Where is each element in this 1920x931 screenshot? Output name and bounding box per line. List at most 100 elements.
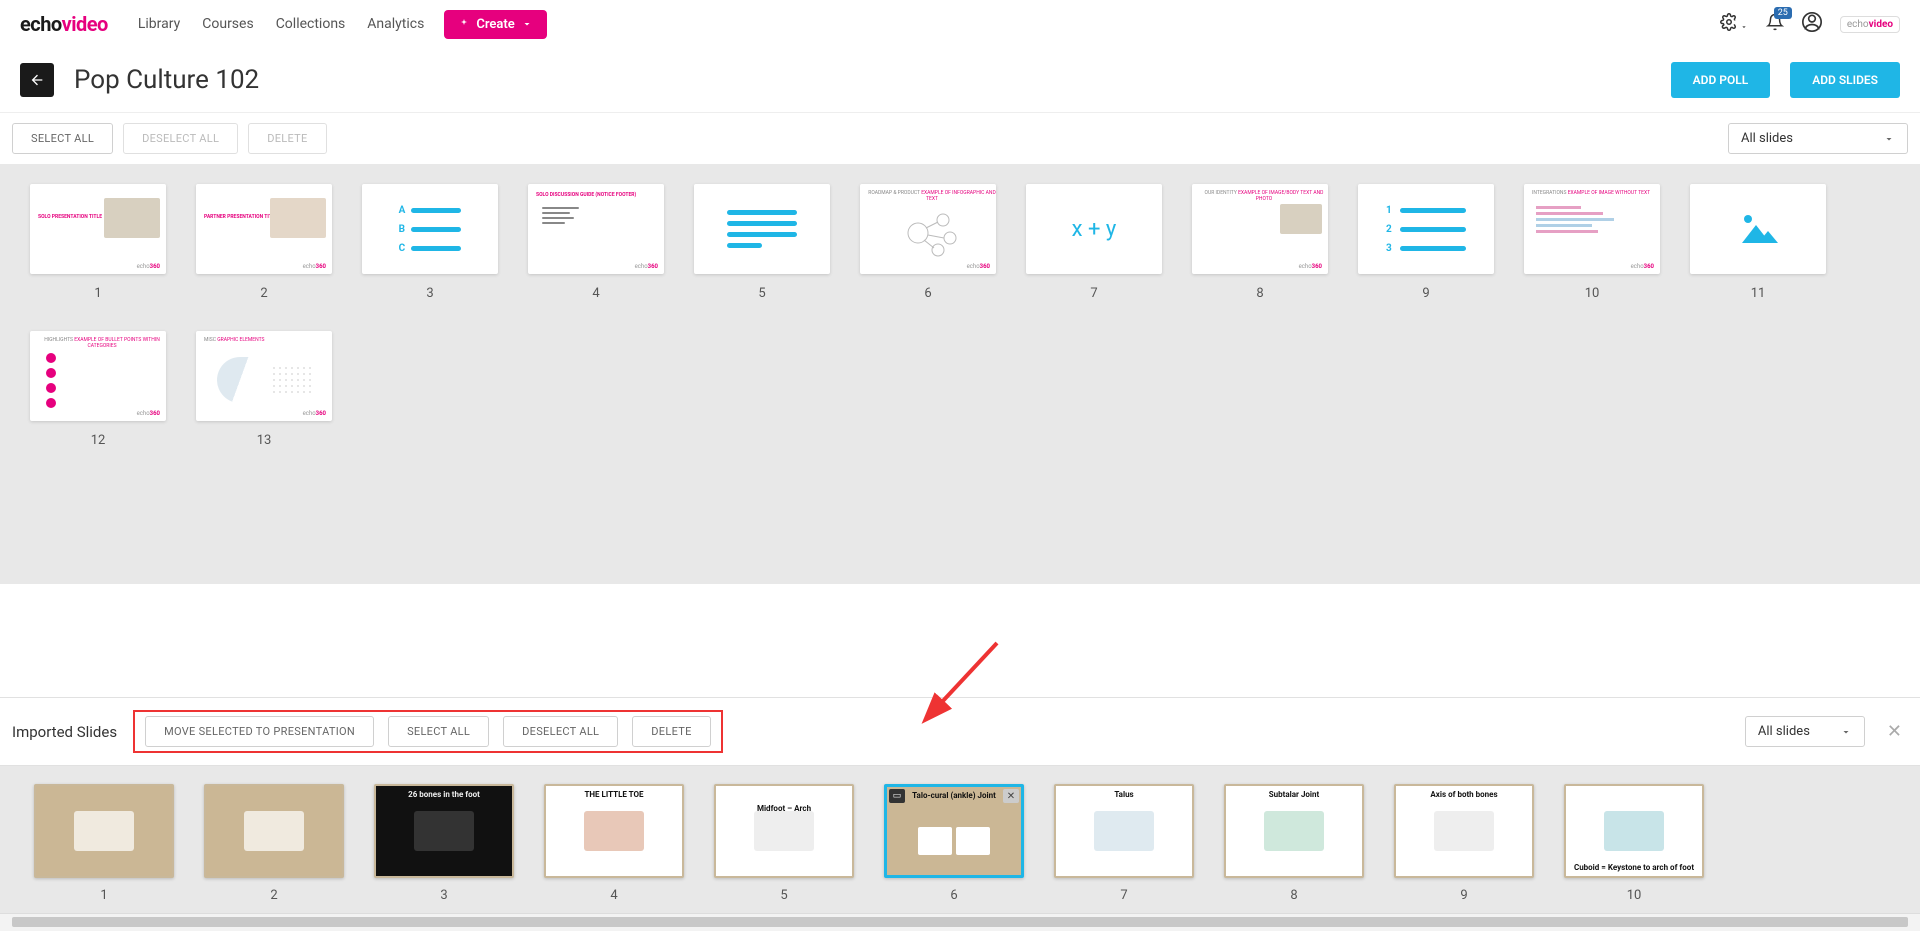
slide-number: 1 [30, 286, 166, 301]
imported-thumb-7[interactable]: Talus [1054, 784, 1194, 878]
nav-courses[interactable]: Courses [202, 16, 253, 32]
slide-cell: 1 2 3 9 [1358, 184, 1494, 301]
slide-cell: PARTNER PRESENTATION TITLE echo360 2 [196, 184, 332, 301]
chevron-down-icon [1840, 726, 1852, 738]
logo[interactable]: echovideo [20, 12, 108, 36]
slide-thumb-4[interactable]: SOLO DISCUSSION GUIDE (NOTICE FOOTER) ec… [528, 184, 664, 274]
imported-number: 3 [374, 888, 514, 903]
imported-number: 2 [204, 888, 344, 903]
present-icon[interactable]: ▭ [889, 789, 905, 803]
notification-badge: 25 [1774, 7, 1792, 19]
slide-thumb-5[interactable] [694, 184, 830, 274]
slide-number: 4 [528, 286, 664, 301]
slide-number: 7 [1026, 286, 1162, 301]
imported-thumb-label: Subtalar Joint [1226, 790, 1362, 799]
slide-thumb-12[interactable]: HIGHLIGHTS EXAMPLE OF BULLET POINTS WITH… [30, 331, 166, 421]
imported-number: 5 [714, 888, 854, 903]
imported-thumb-4[interactable]: THE LITTLE TOE [544, 784, 684, 878]
imported-thumb-label: Cuboid = Keystone to arch of foot [1566, 863, 1702, 872]
imported-filter-select[interactable]: All slides [1745, 716, 1865, 747]
slide-thumb-6[interactable]: ROADMAP & PRODUCT EXAMPLE OF INFOGRAPHIC… [860, 184, 996, 274]
chevron-down-icon [1883, 133, 1895, 145]
imported-select-all-button[interactable]: SELECT ALL [388, 716, 489, 747]
imported-number: 4 [544, 888, 684, 903]
slide-cell: INTEGRATIONS EXAMPLE OF IMAGE WITHOUT TE… [1524, 184, 1660, 301]
slide-number: 10 [1524, 286, 1660, 301]
slide-thumb-10[interactable]: INTEGRATIONS EXAMPLE OF IMAGE WITHOUT TE… [1524, 184, 1660, 274]
imported-thumb-9[interactable]: Axis of both bones [1394, 784, 1534, 878]
imported-deselect-all-button[interactable]: DESELECT ALL [503, 716, 618, 747]
chevron-down-icon [521, 18, 533, 30]
slide-thumb-1[interactable]: SOLO PRESENTATION TITLE echo360 [30, 184, 166, 274]
imported-thumb-6[interactable]: Talo-cural (ankle) Joint ▭ ✕ [884, 784, 1024, 878]
slide-cell: 11 [1690, 184, 1826, 301]
nav-links: Library Courses Collections Analytics [138, 16, 424, 32]
imported-thumb-label: Midfoot – Arch [716, 804, 852, 813]
imported-number: 7 [1054, 888, 1194, 903]
slide-cell: HIGHLIGHTS EXAMPLE OF BULLET POINTS WITH… [30, 331, 166, 448]
imported-thumb-3[interactable]: 26 bones in the foot [374, 784, 514, 878]
back-button[interactable] [20, 63, 54, 97]
imported-cell: THE LITTLE TOE 4 [544, 784, 684, 903]
imported-thumb-label: Talus [1056, 790, 1192, 799]
imported-cell: Axis of both bones 9 [1394, 784, 1534, 903]
imported-delete-button[interactable]: DELETE [632, 716, 710, 747]
move-selected-button[interactable]: MOVE SELECTED TO PRESENTATION [145, 716, 374, 747]
imported-thumb-10[interactable]: Cuboid = Keystone to arch of foot [1564, 784, 1704, 878]
topnav-icons: 25 echovideo [1720, 12, 1900, 36]
logo-echo: echo [20, 12, 62, 36]
slide-thumb-8[interactable]: OUR IDENTITY EXAMPLE OF IMAGE/BODY TEXT … [1192, 184, 1328, 274]
imported-thumb-1[interactable] [34, 784, 174, 878]
slide-thumb-9[interactable]: 1 2 3 [1358, 184, 1494, 274]
slide-thumb-11[interactable] [1690, 184, 1826, 274]
slide-cell: OUR IDENTITY EXAMPLE OF IMAGE/BODY TEXT … [1192, 184, 1328, 301]
imported-strip[interactable]: 1 2 26 bones in the foot 3 THE LITTLE TO… [0, 766, 1920, 913]
slide-cell: 5 [694, 184, 830, 301]
imported-cell: 26 bones in the foot 3 [374, 784, 514, 903]
slide-cell: MISC GRAPHIC ELEMENTS echo360 13 [196, 331, 332, 448]
user-icon[interactable] [1802, 12, 1822, 36]
nav-collections[interactable]: Collections [276, 16, 346, 32]
imported-filter-label: All slides [1758, 724, 1810, 739]
slide-thumb-13[interactable]: MISC GRAPHIC ELEMENTS echo360 [196, 331, 332, 421]
imported-cell: Talo-cural (ankle) Joint ▭ ✕ 6 [884, 784, 1024, 903]
arrow-left-icon [29, 72, 45, 88]
imported-number: 8 [1224, 888, 1364, 903]
imported-cell: Subtalar Joint 8 [1224, 784, 1364, 903]
imported-thumb-2[interactable] [204, 784, 344, 878]
slide-number: 12 [30, 433, 166, 448]
add-poll-button[interactable]: ADD POLL [1671, 62, 1771, 98]
horizontal-scrollbar[interactable] [0, 913, 1920, 931]
deselect-all-button[interactable]: DESELECT ALL [123, 123, 238, 154]
create-button[interactable]: Create [444, 10, 546, 39]
page-title: Pop Culture 102 [74, 65, 1651, 95]
sparkle-icon [458, 18, 470, 30]
nav-analytics[interactable]: Analytics [367, 16, 424, 32]
title-bar: Pop Culture 102 ADD POLL ADD SLIDES [0, 48, 1920, 112]
brand-tag: echovideo [1840, 16, 1900, 33]
slide-filter-label: All slides [1741, 131, 1793, 146]
imported-cell: Midfoot – Arch 5 [714, 784, 854, 903]
slide-number: 3 [362, 286, 498, 301]
slide-number: 11 [1690, 286, 1826, 301]
imported-cell: Cuboid = Keystone to arch of foot 10 [1564, 784, 1704, 903]
remove-icon[interactable]: ✕ [1003, 789, 1019, 803]
delete-button[interactable]: DELETE [248, 123, 326, 154]
slide-thumb-3[interactable]: A B C [362, 184, 498, 274]
add-slides-button[interactable]: ADD SLIDES [1790, 62, 1900, 98]
slide-grid: SOLO PRESENTATION TITLE echo360 1 PARTNE… [0, 164, 1920, 584]
nav-library[interactable]: Library [138, 16, 180, 32]
imported-cell: Talus 7 [1054, 784, 1194, 903]
imported-thumb-5[interactable]: Midfoot – Arch [714, 784, 854, 878]
imported-number: 10 [1564, 888, 1704, 903]
imported-thumb-label: 26 bones in the foot [376, 790, 512, 799]
slide-thumb-2[interactable]: PARTNER PRESENTATION TITLE echo360 [196, 184, 332, 274]
bell-icon[interactable]: 25 [1766, 13, 1784, 35]
select-all-button[interactable]: SELECT ALL [12, 123, 113, 154]
slide-thumb-7[interactable]: x + y [1026, 184, 1162, 274]
imported-cell: 2 [204, 784, 344, 903]
close-imported-button[interactable]: ✕ [1881, 721, 1908, 742]
imported-thumb-8[interactable]: Subtalar Joint [1224, 784, 1364, 878]
gear-icon[interactable] [1720, 13, 1748, 35]
slide-filter-select[interactable]: All slides [1728, 123, 1908, 154]
